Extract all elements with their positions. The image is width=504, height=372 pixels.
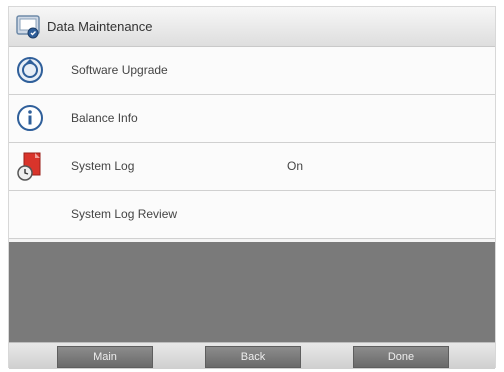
- menu-item-label: System Log Review: [71, 207, 178, 221]
- done-button[interactable]: Done: [353, 346, 449, 368]
- menu-item-balance-info[interactable]: Balance Info: [9, 95, 495, 143]
- menu-item-label: Software Upgrade: [71, 63, 168, 77]
- data-maintenance-screen: Data Maintenance Software Upgrade Balanc…: [8, 6, 496, 369]
- info-icon: [17, 105, 43, 131]
- empty-content-area: [9, 242, 495, 342]
- menu-item-system-log-review[interactable]: System Log Review: [9, 191, 495, 239]
- back-button[interactable]: Back: [205, 346, 301, 368]
- page-title: Data Maintenance: [47, 19, 153, 34]
- menu-item-label: System Log: [71, 159, 135, 173]
- menu-item-system-log[interactable]: System Log On: [9, 143, 495, 191]
- menu-item-label: Balance Info: [71, 111, 138, 125]
- main-button[interactable]: Main: [57, 346, 153, 368]
- title-bar: Data Maintenance: [9, 7, 495, 47]
- menu-item-software-upgrade[interactable]: Software Upgrade: [9, 47, 495, 95]
- system-log-icon: [17, 152, 41, 181]
- software-upgrade-icon: [17, 57, 43, 83]
- bottom-button-bar: Main Back Done: [9, 342, 495, 369]
- system-log-value: On: [287, 159, 304, 173]
- data-maintenance-icon: [16, 15, 40, 39]
